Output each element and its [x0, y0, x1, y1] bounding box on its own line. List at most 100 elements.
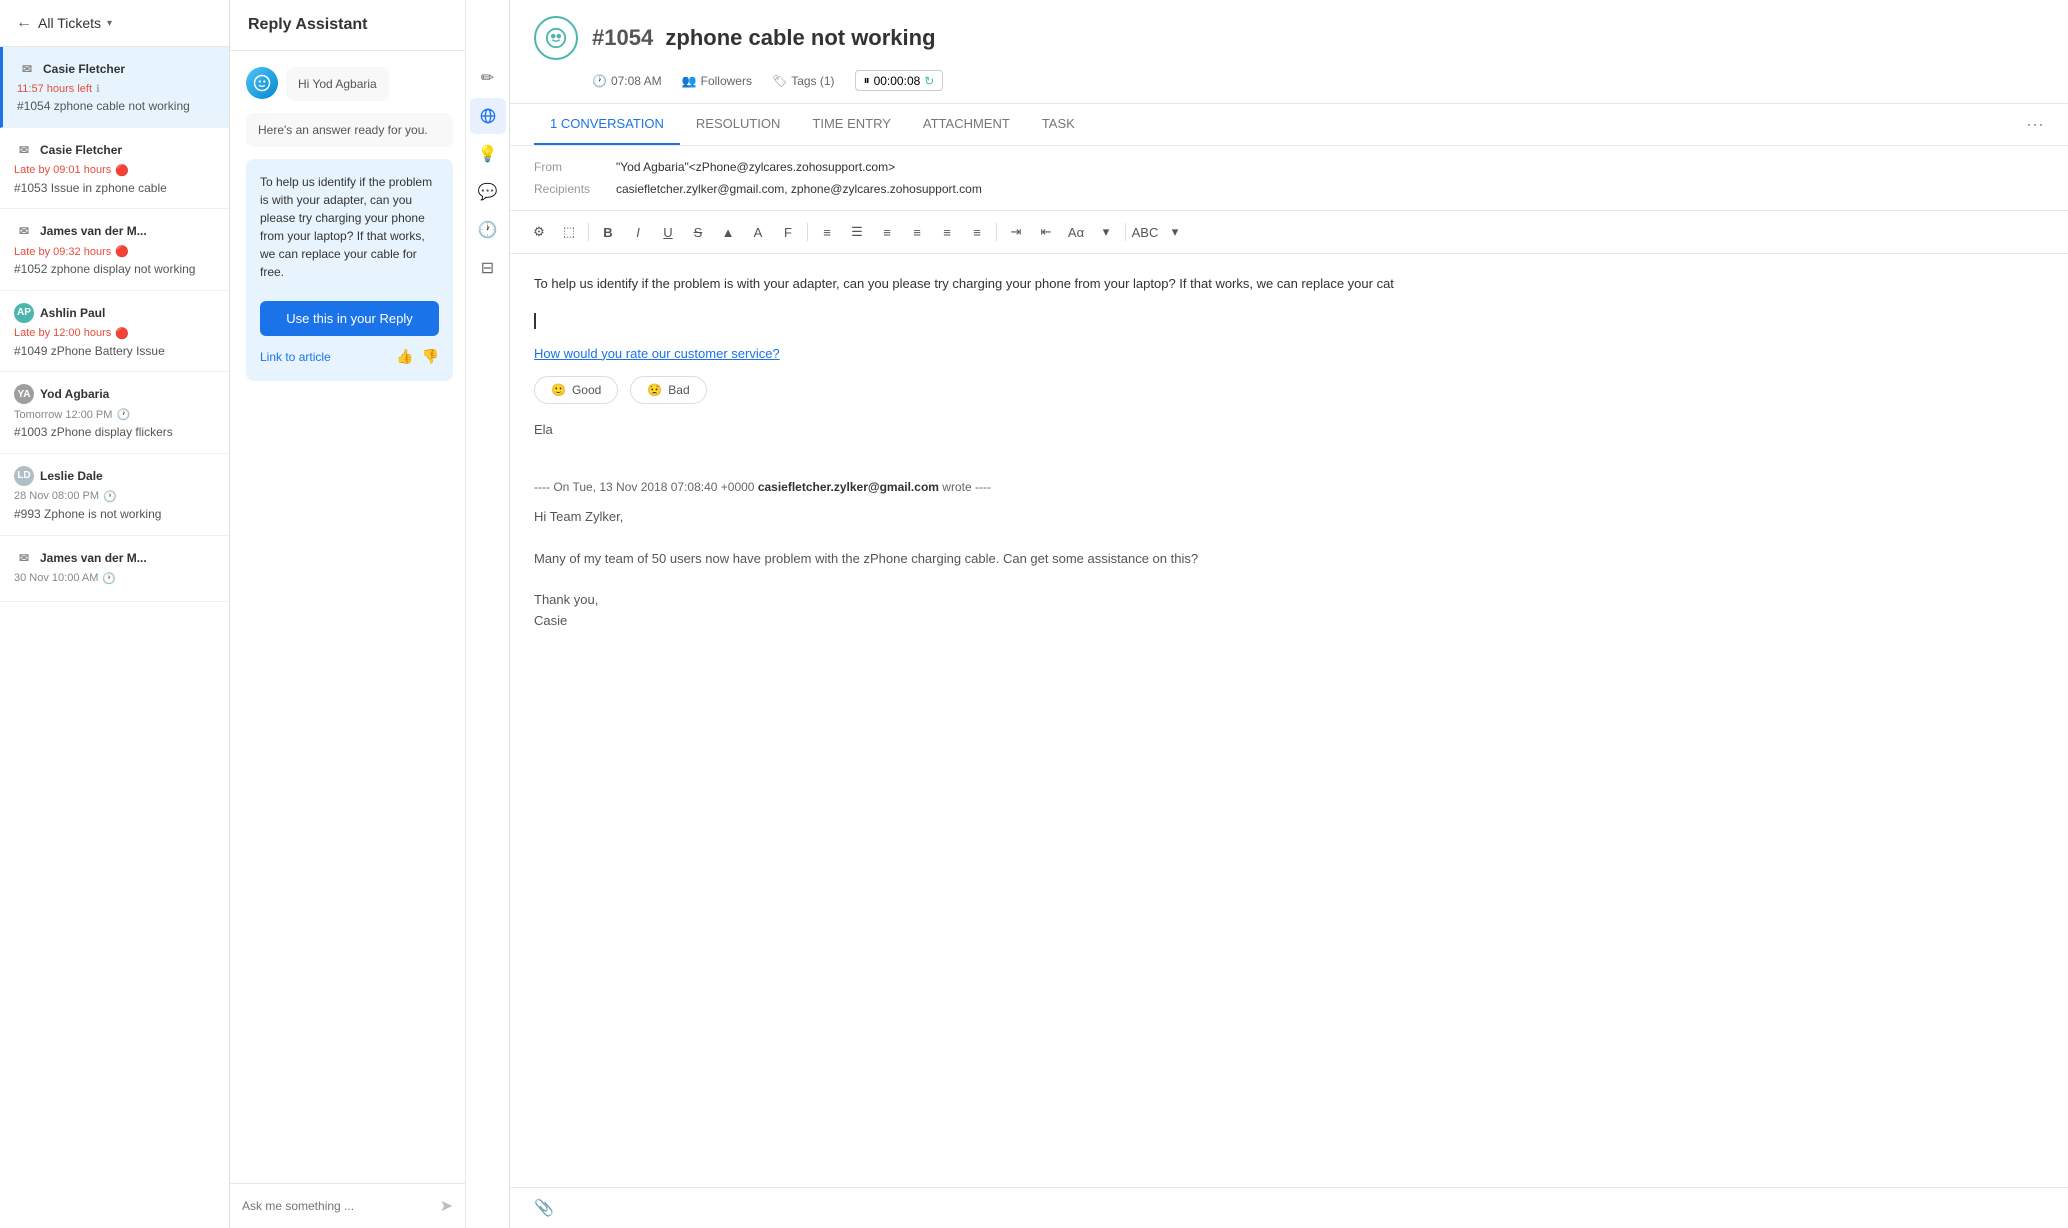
ticket-item[interactable]: LD Leslie Dale 28 Nov 08:00 PM 🕐 #993 Zp…	[0, 454, 229, 536]
toolbar-separator	[807, 223, 808, 241]
late-indicator: 🔴	[115, 245, 129, 258]
timer-button[interactable]: ⏸ 00:00:08 ↻	[855, 70, 944, 91]
editor-footer: 📎	[510, 1187, 2068, 1228]
tab-resolution[interactable]: RESOLUTION	[680, 104, 797, 145]
tab-time-entry[interactable]: TIME ENTRY	[796, 104, 907, 145]
thumbs-down-icon[interactable]: 👎	[422, 346, 439, 367]
clock-icon: 🕐	[592, 74, 607, 88]
back-button[interactable]: ←	[16, 14, 32, 32]
email-icon: ✉	[14, 548, 34, 568]
ticket-detail-header: #1054 zphone cable not working 🕐 07:08 A…	[510, 0, 2068, 104]
email-icon: ✉	[14, 221, 34, 241]
toolbar-format-btn[interactable]: ⚙	[526, 219, 552, 245]
ticket-subject: #1053 Issue in zphone cable	[14, 181, 215, 197]
tabs-more-button[interactable]: ···	[2026, 114, 2044, 135]
toolbar-underline-btn[interactable]: U	[655, 219, 681, 245]
layers-sidebar-btn[interactable]: ⊟	[470, 250, 506, 286]
late-indicator: 🔴	[115, 327, 129, 340]
toolbar-bold-btn[interactable]: B	[595, 219, 621, 245]
ticket-item[interactable]: ✉ Casie Fletcher Late by 09:01 hours 🔴 #…	[0, 128, 229, 210]
avatar: AP	[14, 303, 34, 323]
attachment-icon[interactable]: 📎	[534, 1198, 554, 1218]
ticket-tags[interactable]: 🏷 Tags (1)	[772, 74, 835, 88]
bad-label: Bad	[668, 383, 689, 397]
all-tickets-dropdown[interactable]: ▾	[107, 18, 112, 29]
editor-toolbar: ⚙ ⬚ B I U S ▲ A F ≡ ☰ ≡ ≡ ≡ ≡ ⇥ ⇤ Aα ▾ A…	[510, 211, 2068, 254]
chat-answer-card: To help us identify if the problem is wi…	[246, 159, 453, 381]
toolbar-font-btn[interactable]: F	[775, 219, 801, 245]
ticket-contact-name: Casie Fletcher	[40, 143, 122, 157]
ticket-item-header: LD Leslie Dale	[14, 466, 215, 486]
use-reply-button[interactable]: Use this in your Reply	[260, 301, 439, 336]
bulb-sidebar-btn[interactable]: 💡	[470, 136, 506, 172]
toolbar-indent-btn[interactable]: ⇥	[1003, 219, 1029, 245]
ticket-contact-name: Ashlin Paul	[40, 306, 105, 320]
ticket-contact-name: James van der M...	[40, 551, 147, 565]
tab-task[interactable]: TASK	[1026, 104, 1091, 145]
toolbar-copy-btn[interactable]: ⬚	[556, 219, 582, 245]
toolbar-align-center-btn[interactable]: ☰	[844, 219, 870, 245]
email-icon: ✉	[14, 140, 34, 160]
link-article-button[interactable]: Link to article	[260, 350, 331, 364]
email-thread-divider: ---- On Tue, 13 Nov 2018 07:08:40 +0000 …	[534, 478, 2044, 497]
ticket-subject: #1049 zPhone Battery Issue	[14, 344, 215, 360]
ticket-full-title: #1054 zphone cable not working	[592, 25, 936, 51]
toolbar-align-right-btn[interactable]: ≡	[874, 219, 900, 245]
ticket-item-header: YA Yod Agbaria	[14, 384, 215, 404]
ticket-followers[interactable]: 👥 Followers	[682, 74, 752, 88]
toolbar-font-size-down[interactable]: ▾	[1162, 219, 1188, 245]
toolbar-list-btn[interactable]: ≡	[934, 219, 960, 245]
toolbar-align-left-btn[interactable]: ≡	[814, 219, 840, 245]
chat-sidebar-btn[interactable]: 💬	[470, 174, 506, 210]
signature-name: Ela	[534, 420, 2044, 441]
link-article-row: Link to article 👍 👎	[260, 346, 439, 367]
feedback-icons: 👍 👎	[396, 346, 439, 367]
reply-assistant-panel: Reply Assistant Hi Yod Agbaria Here's an…	[230, 0, 510, 1228]
send-icon[interactable]: ➤	[440, 1196, 453, 1216]
rating-link[interactable]: How would you rate our customer service?	[534, 344, 2044, 365]
toolbar-align-justify-btn[interactable]: ≡	[904, 219, 930, 245]
email-meta-section: From "Yod Agbaria"<zPhone@zylcares.zohos…	[510, 146, 2068, 211]
toolbar-more-btn[interactable]: ▾	[1093, 219, 1119, 245]
ticket-item[interactable]: ✉ Casie Fletcher 11:57 hours left ℹ #105…	[0, 47, 229, 128]
history-sidebar-btn[interactable]: 🕐	[470, 212, 506, 248]
info-icon: ℹ	[96, 84, 100, 95]
ticket-item-header: ✉ Casie Fletcher	[14, 140, 215, 160]
rating-bad-button[interactable]: 😟 Bad	[630, 376, 706, 404]
toolbar-outdent-btn[interactable]: ⇤	[1033, 219, 1059, 245]
clock-icon: 🕐	[102, 572, 116, 585]
good-label: Good	[572, 383, 601, 397]
tag-icon: 🏷	[772, 74, 787, 88]
all-tickets-label: All Tickets	[38, 15, 101, 31]
ticket-list-header: ← All Tickets ▾	[0, 0, 229, 47]
thumbs-up-icon[interactable]: 👍	[396, 346, 413, 367]
ticket-contact-name: James van der M...	[40, 224, 147, 238]
toolbar-color-btn[interactable]: A	[745, 219, 771, 245]
clock-icon: 🕐	[116, 408, 130, 421]
ticket-item[interactable]: YA Yod Agbaria Tomorrow 12:00 PM 🕐 #1003…	[0, 372, 229, 454]
ticket-item[interactable]: ✉ James van der M... 30 Nov 10:00 AM 🕐	[0, 536, 229, 602]
tab-conversation[interactable]: 1 CONVERSATION	[534, 104, 680, 145]
toolbar-highlight-btn[interactable]: ▲	[715, 219, 741, 245]
toolbar-ordered-list-btn[interactable]: ≡	[964, 219, 990, 245]
followers-label: Followers	[701, 74, 752, 88]
edit-sidebar-btn[interactable]: ✏	[470, 60, 506, 96]
ticket-item[interactable]: AP Ashlin Paul Late by 12:00 hours 🔴 #10…	[0, 291, 229, 373]
toolbar-separator	[996, 223, 997, 241]
toolbar-italic-btn[interactable]: I	[625, 219, 651, 245]
toolbar-font-size-btn[interactable]: ABC	[1132, 219, 1158, 245]
chat-ready-message: Here's an answer ready for you.	[246, 113, 453, 147]
editor-body-text: To help us identify if the problem is wi…	[534, 276, 1394, 291]
globe-sidebar-btn[interactable]	[470, 98, 506, 134]
rating-buttons: 🙂 Good 😟 Bad	[534, 376, 2044, 404]
email-recipients-row: Recipients casiefletcher.zylker@gmail.co…	[534, 178, 2044, 200]
rating-good-button[interactable]: 🙂 Good	[534, 376, 618, 404]
toolbar-strikethrough-btn[interactable]: S	[685, 219, 711, 245]
tab-attachment[interactable]: ATTACHMENT	[907, 104, 1026, 145]
editor-content[interactable]: To help us identify if the problem is wi…	[510, 254, 2068, 1187]
assistant-input[interactable]	[242, 1199, 432, 1213]
cursor-area[interactable]	[534, 311, 2044, 332]
ticket-time: 🕐 07:08 AM	[592, 74, 662, 88]
toolbar-source-btn[interactable]: Aα	[1063, 219, 1089, 245]
ticket-item[interactable]: ✉ James van der M... Late by 09:32 hours…	[0, 209, 229, 291]
